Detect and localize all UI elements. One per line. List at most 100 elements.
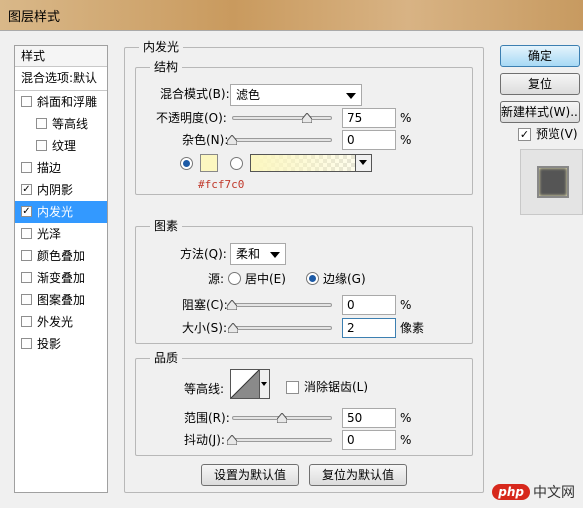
opacity-unit: % <box>400 111 412 125</box>
slider-track <box>232 438 332 442</box>
ok-button[interactable]: 确定 <box>500 45 580 67</box>
slider-thumb-icon[interactable] <box>227 435 237 445</box>
window-title: 图层样式 <box>8 10 61 25</box>
opacity-slider[interactable] <box>232 111 332 125</box>
blend-mode-value: 滤色 <box>236 88 261 102</box>
style-checkbox[interactable] <box>21 228 32 239</box>
style-item-label: 投影 <box>37 337 62 351</box>
source-edge-radio[interactable] <box>306 272 319 285</box>
contour-curve-icon <box>231 370 259 398</box>
contour-label: 等高线: <box>184 382 225 396</box>
preview-checkbox[interactable]: ✓ <box>518 128 531 141</box>
preview-label[interactable]: 预览(V) <box>536 125 578 143</box>
style-checkbox[interactable] <box>36 118 47 129</box>
antialias-label[interactable]: 消除锯齿(L) <box>304 378 368 396</box>
style-item[interactable]: 等高线 <box>15 113 107 135</box>
range-unit: % <box>400 411 412 425</box>
contour-dropdown[interactable] <box>259 370 269 398</box>
title-bar: 图层样式 <box>0 0 583 30</box>
gradient-picker[interactable] <box>250 154 372 172</box>
chevron-down-icon <box>261 382 267 386</box>
glow-color-swatch[interactable] <box>200 154 218 172</box>
jitter-unit: % <box>400 433 412 447</box>
contour-picker[interactable] <box>230 369 270 399</box>
slider-thumb-icon[interactable] <box>228 323 238 333</box>
gradient-radio[interactable] <box>230 157 243 170</box>
noise-input[interactable]: 0 <box>342 130 396 150</box>
style-item[interactable]: 外发光 <box>15 311 107 333</box>
range-input[interactable]: 50 <box>342 408 396 428</box>
elements-title: 图素 <box>150 218 183 234</box>
new-style-button[interactable]: 新建样式(W)... <box>500 101 580 123</box>
choke-unit: % <box>400 298 412 312</box>
style-checkbox[interactable] <box>21 294 32 305</box>
style-checkbox[interactable]: ✓ <box>21 206 32 217</box>
noise-unit: % <box>400 133 412 147</box>
source-center-label[interactable]: 居中(E) <box>245 270 286 288</box>
noise-slider[interactable] <box>227 133 332 147</box>
quality-group: 品质 等高线: 消除锯齿(L) 范围(R): 50 % 抖动(J): 0 % <box>135 350 473 456</box>
style-item[interactable]: ✓ 内发光 <box>15 201 107 223</box>
gradient-dropdown[interactable] <box>355 155 371 171</box>
style-checkbox[interactable] <box>21 162 32 173</box>
layer-style-dialog: 样式 混合选项:默认 斜面和浮雕等高线纹理描边 ✓ 内阴影 ✓ 内发光 光泽颜色叠加渐变叠… <box>0 30 583 508</box>
make-default-button[interactable]: 设置为默认值 <box>201 464 299 486</box>
style-checkbox[interactable] <box>21 316 32 327</box>
style-item-label: 外发光 <box>37 315 74 329</box>
jitter-label: 抖动(J): <box>184 433 225 447</box>
blend-mode-select[interactable]: 滤色 <box>230 84 362 106</box>
choke-slider[interactable] <box>227 298 332 312</box>
style-checkbox[interactable] <box>21 96 32 107</box>
jitter-input[interactable]: 0 <box>342 430 396 450</box>
style-item[interactable]: 纹理 <box>15 135 107 157</box>
preview-thumbnail <box>520 149 583 215</box>
style-item[interactable]: 斜面和浮雕 <box>15 91 107 113</box>
style-checkbox[interactable]: ✓ <box>21 184 32 195</box>
style-checkbox[interactable] <box>21 338 32 349</box>
style-item[interactable]: 图案叠加 <box>15 289 107 311</box>
slider-thumb-icon[interactable] <box>277 413 287 423</box>
watermark-badge: php <box>492 484 530 500</box>
style-item-label: 颜色叠加 <box>37 249 86 263</box>
reset-default-button[interactable]: 复位为默认值 <box>309 464 407 486</box>
slider-thumb-icon[interactable] <box>302 113 312 123</box>
style-checkbox[interactable] <box>21 250 32 261</box>
method-select[interactable]: 柔和 <box>230 243 286 265</box>
jitter-slider[interactable] <box>227 433 332 447</box>
opacity-input[interactable]: 75 <box>342 108 396 128</box>
method-value: 柔和 <box>236 247 261 261</box>
method-label: 方法(Q): <box>180 247 227 261</box>
style-item[interactable]: ✓ 内阴影 <box>15 179 107 201</box>
inner-glow-group: 内发光 结构 混合模式(B): 滤色 不透明度(O): 75 % 杂色(N): … <box>124 39 484 493</box>
antialias-checkbox[interactable] <box>286 381 299 394</box>
style-item[interactable]: 颜色叠加 <box>15 245 107 267</box>
slider-thumb-icon[interactable] <box>227 135 237 145</box>
choke-input[interactable]: 0 <box>342 295 396 315</box>
solid-color-radio[interactable] <box>180 157 193 170</box>
styles-header[interactable]: 样式 <box>15 46 107 67</box>
size-slider[interactable] <box>228 321 332 335</box>
slider-track <box>232 116 332 120</box>
noise-label: 杂色(N): <box>182 133 229 147</box>
style-item[interactable]: 投影 <box>15 333 107 355</box>
range-label: 范围(R): <box>184 411 230 425</box>
style-item[interactable]: 描边 <box>15 157 107 179</box>
blend-options-item[interactable]: 混合选项:默认 <box>15 67 107 91</box>
slider-track <box>232 138 332 142</box>
style-item-label: 斜面和浮雕 <box>37 95 98 109</box>
source-center-radio[interactable] <box>228 272 241 285</box>
style-item[interactable]: 光泽 <box>15 223 107 245</box>
size-input[interactable]: 2 <box>342 318 396 338</box>
style-item-label: 纹理 <box>52 139 77 153</box>
style-checkbox[interactable] <box>21 272 32 283</box>
source-edge-label[interactable]: 边缘(G) <box>323 270 366 288</box>
style-checkbox[interactable] <box>36 140 47 151</box>
style-item[interactable]: 渐变叠加 <box>15 267 107 289</box>
watermark-text: 中文网 <box>533 485 575 501</box>
slider-thumb-icon[interactable] <box>227 300 237 310</box>
size-unit: 像素 <box>400 321 425 335</box>
style-item-label: 内阴影 <box>37 183 74 197</box>
reset-button[interactable]: 复位 <box>500 73 580 95</box>
range-slider[interactable] <box>232 411 332 425</box>
elements-group: 图素 方法(Q): 柔和 源: 居中(E) 边缘(G) 阻塞(C): 0 % 大… <box>135 218 473 344</box>
